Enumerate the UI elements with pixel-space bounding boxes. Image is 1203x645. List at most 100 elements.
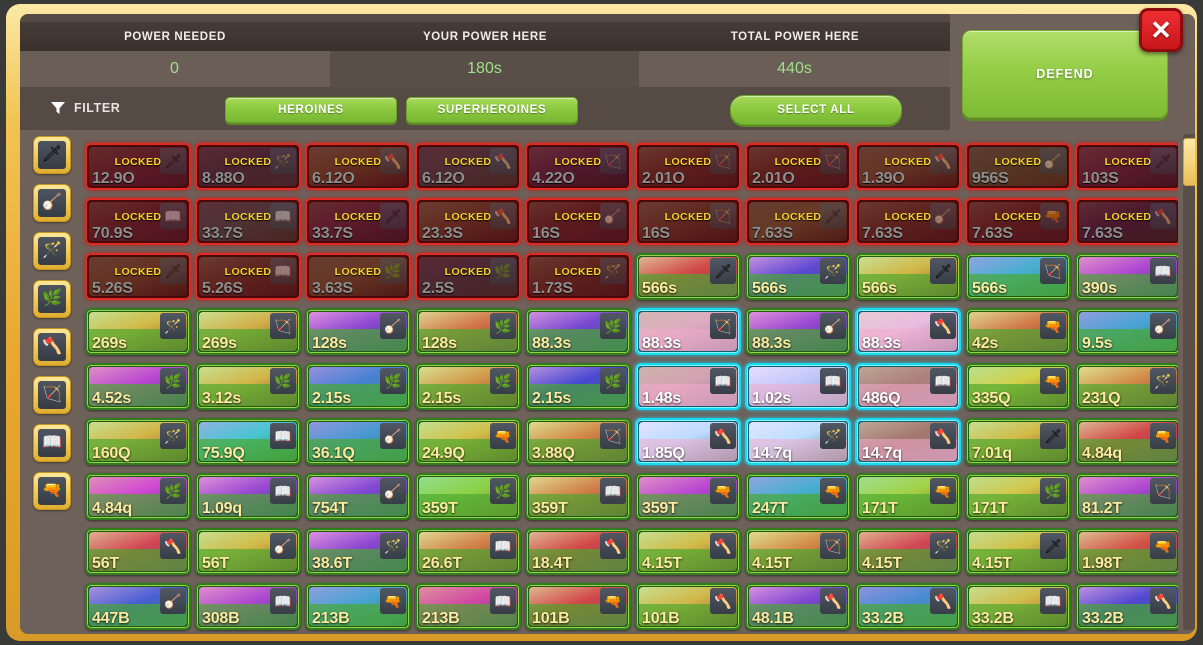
heroine-card[interactable]: 🌿 359T — [415, 473, 521, 520]
heroine-card[interactable]: LOCKED 🗡 33.7S — [305, 198, 411, 245]
heroine-card[interactable]: 🪓 56T — [85, 528, 191, 575]
heroine-card[interactable]: 🏹 566s — [965, 253, 1071, 300]
heroine-card[interactable]: 🪄 160Q — [85, 418, 191, 465]
heroine-card[interactable]: LOCKED 🌿 3.63S — [305, 253, 411, 300]
heroine-card[interactable]: 🪓 14.7q — [855, 418, 961, 465]
heroine-card[interactable]: LOCKED 🗡 7.63S — [745, 198, 851, 245]
heroine-card[interactable]: 📖 26.6T — [415, 528, 521, 575]
heroine-card[interactable]: 🔫 101B — [525, 583, 631, 630]
heroine-card[interactable]: LOCKED 📖 33.7S — [195, 198, 301, 245]
heroine-card[interactable]: 🪓 101B — [635, 583, 741, 630]
defend-button[interactable]: DEFEND — [962, 30, 1168, 118]
heroine-card[interactable]: 🪓 33.2B — [855, 583, 961, 630]
heroine-card[interactable]: LOCKED 🗡 12.9O — [85, 143, 191, 190]
heroine-card[interactable]: 🪄 269s — [85, 308, 191, 355]
heroine-card[interactable]: 🔫 247T — [745, 473, 851, 520]
heroine-card[interactable]: 🔫 171T — [855, 473, 961, 520]
heroine-card[interactable]: 🪄 4.15T — [855, 528, 961, 575]
heroine-card[interactable]: 🌿 88.3s — [525, 308, 631, 355]
heroine-card[interactable]: 🌿 4.52s — [85, 363, 191, 410]
class-nature-bow[interactable]: 🌿 — [33, 280, 71, 318]
heroine-card[interactable]: 🌿 2.15s — [305, 363, 411, 410]
heroine-card[interactable]: 🪓 48.1B — [745, 583, 851, 630]
class-crossbow[interactable]: 🏹 — [33, 376, 71, 414]
filter-superheroines-button[interactable]: SUPERHEROINES — [406, 97, 578, 123]
heroine-card[interactable]: 📖 33.2B — [965, 583, 1071, 630]
heroine-card[interactable]: 🪓 18.4T — [525, 528, 631, 575]
class-wand[interactable]: 🪄 — [33, 232, 71, 270]
heroine-card[interactable]: 🪕 36.1Q — [305, 418, 411, 465]
heroine-card[interactable]: LOCKED 🪓 6.12O — [305, 143, 411, 190]
heroine-card[interactable]: 🔫 213B — [305, 583, 411, 630]
heroine-card[interactable]: LOCKED 📖 70.9S — [85, 198, 191, 245]
heroine-card[interactable]: 🪓 33.2B — [1075, 583, 1178, 630]
heroine-card[interactable]: 📖 75.9Q — [195, 418, 301, 465]
select-all-button[interactable]: SELECT ALL — [730, 95, 902, 125]
heroine-card[interactable]: LOCKED 🪓 1.39O — [855, 143, 961, 190]
heroine-card[interactable]: LOCKED 🪕 16S — [525, 198, 631, 245]
heroine-card[interactable]: LOCKED 🗡 103S — [1075, 143, 1178, 190]
heroine-card[interactable]: 🪄 14.7q — [745, 418, 851, 465]
heroine-card[interactable]: 📖 213B — [415, 583, 521, 630]
heroine-card[interactable]: 📖 359T — [525, 473, 631, 520]
heroine-card[interactable]: 📖 1.02s — [745, 363, 851, 410]
heroine-card[interactable]: 📖 1.48s — [635, 363, 741, 410]
heroine-card[interactable]: 🗡 7.01q — [965, 418, 1071, 465]
heroine-card[interactable]: LOCKED 🔫 7.63S — [965, 198, 1071, 245]
class-spellbook[interactable]: 📖 — [33, 424, 71, 462]
class-axe[interactable]: 🪓 — [33, 328, 71, 366]
heroine-card[interactable]: 🌿 171T — [965, 473, 1071, 520]
heroine-card[interactable]: 🪄 231Q — [1075, 363, 1178, 410]
heroine-card[interactable]: LOCKED 🏹 2.01O — [745, 143, 851, 190]
class-rifle[interactable]: 🔫 — [33, 472, 71, 510]
heroine-card[interactable]: 🪕 128s — [305, 308, 411, 355]
heroine-card[interactable]: 🪄 566s — [745, 253, 851, 300]
close-button[interactable]: ✕ — [1139, 8, 1183, 52]
heroine-card[interactable]: LOCKED 🪓 7.63S — [1075, 198, 1178, 245]
heroine-card[interactable]: 📖 308B — [195, 583, 301, 630]
heroine-card[interactable]: LOCKED 🏹 2.01O — [635, 143, 741, 190]
heroine-card[interactable]: 🌿 2.15s — [525, 363, 631, 410]
heroine-card[interactable]: 🏹 81.2T — [1075, 473, 1178, 520]
heroine-card[interactable]: 🪕 754T — [305, 473, 411, 520]
heroine-card[interactable]: 🗡 566s — [635, 253, 741, 300]
heroine-card[interactable]: 🪕 56T — [195, 528, 301, 575]
heroine-card[interactable]: LOCKED 🪄 8.88O — [195, 143, 301, 190]
heroine-card[interactable]: 🪓 1.85Q — [635, 418, 741, 465]
class-sword[interactable]: 🗡 — [33, 136, 71, 174]
heroine-card[interactable]: 🔫 1.98T — [1075, 528, 1178, 575]
heroine-card[interactable]: 🔫 359T — [635, 473, 741, 520]
class-lute[interactable]: 🪕 — [33, 184, 71, 222]
heroine-card[interactable]: LOCKED 🪓 6.12O — [415, 143, 521, 190]
grid-scrollbar-track[interactable] — [1183, 134, 1195, 630]
heroine-card[interactable]: 🔫 4.84q — [1075, 418, 1178, 465]
heroine-card-grid[interactable]: LOCKED 🗡 12.9O LOCKED 🪄 8.88O LOCKED 🪓 6.12O LOCK… — [78, 130, 1178, 634]
heroine-card[interactable]: 🌿 128s — [415, 308, 521, 355]
heroine-card[interactable]: 📖 390s — [1075, 253, 1178, 300]
heroine-card[interactable]: LOCKED 🏹 4.22O — [525, 143, 631, 190]
heroine-card[interactable]: LOCKED 🪕 7.63S — [855, 198, 961, 245]
heroine-card[interactable]: LOCKED 🪕 956S — [965, 143, 1071, 190]
heroine-card[interactable]: LOCKED 🌿 2.5S — [415, 253, 521, 300]
heroine-card[interactable]: 🌿 4.84q — [85, 473, 191, 520]
heroine-card[interactable]: 🪓 4.15T — [635, 528, 741, 575]
heroine-card[interactable]: 📖 486Q — [855, 363, 961, 410]
heroine-card[interactable]: 🔫 24.9Q — [415, 418, 521, 465]
heroine-card[interactable]: 🪕 9.5s — [1075, 308, 1178, 355]
heroine-card[interactable]: 🗡 4.15T — [965, 528, 1071, 575]
heroine-card[interactable]: 🌿 2.15s — [415, 363, 521, 410]
heroine-card[interactable]: 🪕 88.3s — [745, 308, 851, 355]
heroine-card[interactable]: 📖 1.09q — [195, 473, 301, 520]
heroine-card[interactable]: 🏹 3.88Q — [525, 418, 631, 465]
heroine-card[interactable]: LOCKED 🗡 5.26S — [85, 253, 191, 300]
heroine-card[interactable]: 🪕 447B — [85, 583, 191, 630]
heroine-card[interactable]: 🪄 38.6T — [305, 528, 411, 575]
heroine-card[interactable]: 🌿 3.12s — [195, 363, 301, 410]
heroine-card[interactable]: LOCKED 🏹 16S — [635, 198, 741, 245]
heroine-card[interactable]: 🔫 335Q — [965, 363, 1071, 410]
heroine-card[interactable]: 🏹 269s — [195, 308, 301, 355]
heroine-card[interactable]: LOCKED 🪓 23.3S — [415, 198, 521, 245]
heroine-card[interactable]: 🪓 88.3s — [855, 308, 961, 355]
heroine-card[interactable]: LOCKED 🪄 1.73S — [525, 253, 631, 300]
heroine-card[interactable]: LOCKED 📖 5.26S — [195, 253, 301, 300]
